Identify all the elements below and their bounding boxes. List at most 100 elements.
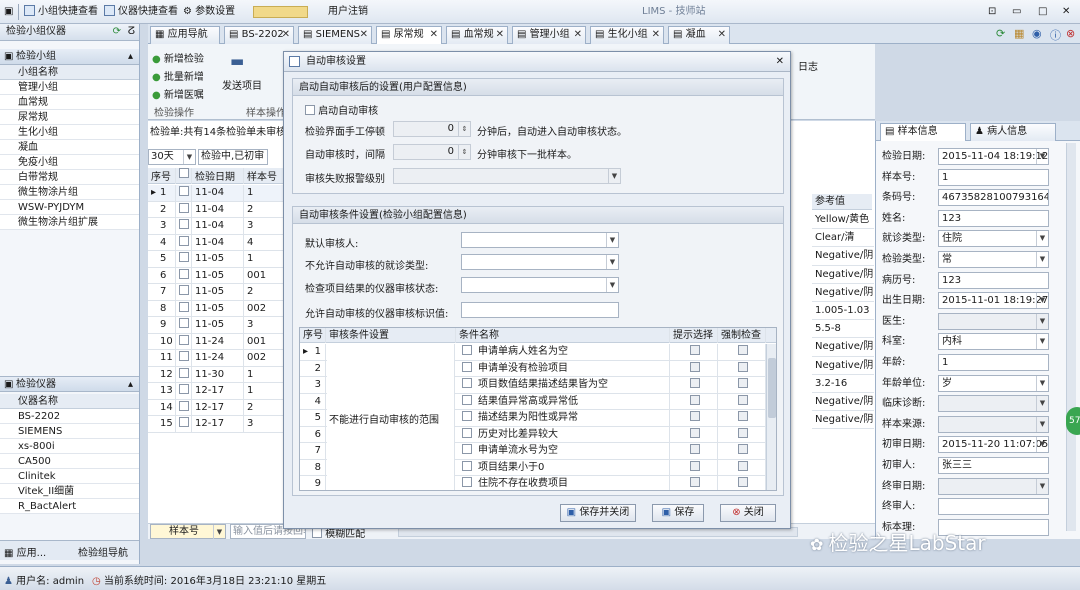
close-icon[interactable]: ✕: [574, 27, 582, 43]
logout-button[interactable]: 用户注销: [328, 5, 368, 19]
prompt-checkbox[interactable]: [690, 361, 700, 372]
cell-check[interactable]: [176, 267, 192, 284]
field-value[interactable]: 2015-11-20 11:07:05 ▼: [938, 436, 1049, 454]
settings-button[interactable]: ⚙ 参数设置: [183, 5, 235, 19]
instr-status-select[interactable]: ▼: [461, 277, 619, 293]
checkbox[interactable]: [179, 268, 189, 279]
prompt-checkbox[interactable]: [690, 378, 700, 388]
table-row[interactable]: 8 11-05 002: [148, 300, 288, 317]
checkbox[interactable]: [462, 460, 472, 471]
force-checkbox[interactable]: [738, 411, 748, 421]
info-icon[interactable]: ⓘ: [1050, 27, 1061, 43]
checkbox[interactable]: [462, 361, 472, 372]
col-seq[interactable]: 序号: [148, 168, 176, 184]
vertical-scrollbar[interactable]: [766, 344, 776, 490]
close-icon[interactable]: ✕: [718, 27, 726, 43]
field-value[interactable]: ▼: [938, 415, 1049, 433]
field-value[interactable]: 1: [938, 168, 1049, 186]
days-filter-select[interactable]: 30天 ▼: [148, 149, 196, 165]
tab-coag[interactable]: ▤ 凝血 ✕: [668, 26, 730, 44]
status-filter-select[interactable]: 检验中,已初审: [198, 149, 268, 165]
search-field-select[interactable]: 样本号 ▼: [150, 524, 226, 539]
close-icon[interactable]: ✕: [652, 27, 660, 43]
col-prompt[interactable]: 提示选择: [670, 328, 718, 343]
enable-auto-review-checkbox[interactable]: 启动自动审核: [305, 102, 378, 117]
tab-admin-group[interactable]: ▤ 管理小组 ✕: [512, 26, 586, 44]
tab-app-nav[interactable]: ▦ 应用导航: [150, 26, 220, 44]
group-item[interactable]: 微生物涂片组扩展: [0, 215, 139, 230]
col-sample-no[interactable]: 样本号: [244, 168, 288, 184]
force-checkbox[interactable]: [738, 444, 748, 454]
instrument-item[interactable]: xs-800i: [0, 439, 139, 454]
table-row[interactable]: 14 12-17 2: [148, 399, 288, 416]
group-quick-view-button[interactable]: 小组快捷查看: [24, 5, 98, 19]
close-icon[interactable]: ✕: [430, 27, 438, 43]
field-value[interactable]: 2015-11-01 18:19:27 ▼: [938, 292, 1049, 310]
group-item[interactable]: 尿常规: [0, 110, 139, 125]
col-seq[interactable]: 序号: [300, 328, 326, 343]
col-date[interactable]: 检验日期: [192, 168, 244, 184]
tab-sample-info[interactable]: ▤ 样本信息: [880, 123, 966, 141]
instrument-panel-header[interactable]: ▣ 检验仪器 ▴: [0, 376, 139, 392]
force-checkbox[interactable]: [738, 361, 748, 372]
table-row[interactable]: 13 12-17 1: [148, 383, 288, 400]
checkbox[interactable]: [462, 394, 472, 405]
field-value[interactable]: 123: [938, 209, 1049, 227]
field-value[interactable]: 常 ▼: [938, 251, 1049, 268]
checkbox[interactable]: [179, 202, 189, 213]
field-value[interactable]: 岁 ▼: [938, 374, 1049, 392]
save-and-close-button[interactable]: ▣ 保存并关闭: [560, 504, 636, 522]
prompt-checkbox[interactable]: [690, 394, 700, 405]
restore-icon[interactable]: ⊡: [988, 5, 996, 19]
force-checkbox[interactable]: [738, 477, 748, 487]
refresh-icon[interactable]: ⟳: [996, 27, 1005, 40]
group-item[interactable]: 血常规: [0, 95, 139, 110]
interval-minutes-stepper[interactable]: 0 ⇕: [393, 144, 471, 160]
field-value[interactable]: 住院 ▼: [938, 230, 1049, 248]
cell-check[interactable]: [176, 284, 192, 300]
float-badge[interactable]: 57: [1066, 407, 1080, 435]
fail-level-select[interactable]: ▼: [393, 168, 621, 184]
tab-bs2202[interactable]: ▤ BS-2202 ✕: [224, 26, 294, 44]
checkbox[interactable]: [179, 168, 189, 178]
table-row[interactable]: 5 11-05 1: [148, 251, 288, 268]
tab-urine[interactable]: ▤ 尿常规 ✕: [376, 26, 442, 44]
new-order-button[interactable]: ● 新增医嘱: [152, 86, 204, 101]
idle-minutes-stepper[interactable]: 0 ⇕: [393, 121, 471, 137]
checkbox[interactable]: [179, 400, 189, 411]
table-row[interactable]: 10 11-24 001: [148, 333, 288, 350]
table-row[interactable]: 3 11-04 3: [148, 218, 288, 235]
col-check[interactable]: [176, 168, 192, 184]
checkbox[interactable]: [462, 345, 472, 355]
field-value[interactable]: 2015-11-04 18:19:12 ▼: [938, 148, 1049, 165]
table-row[interactable]: 11 11-24 002: [148, 350, 288, 367]
table-row[interactable]: 15 12-17 3: [148, 416, 288, 433]
checkbox[interactable]: [305, 105, 315, 115]
instrument-item[interactable]: Vitek_II细菌: [0, 484, 139, 499]
cell-check[interactable]: [176, 185, 192, 201]
minimize-icon[interactable]: ▭: [1012, 5, 1021, 19]
cell-check[interactable]: [176, 399, 192, 416]
cell-check[interactable]: [176, 218, 192, 234]
bottom-tab-group-nav[interactable]: 检验组导航: [78, 544, 128, 559]
checkbox[interactable]: [179, 318, 189, 328]
field-value[interactable]: ▼: [938, 395, 1049, 413]
checkbox[interactable]: [179, 301, 189, 312]
app-menu-icon[interactable]: ▣: [4, 5, 13, 19]
chevron-up-icon[interactable]: ▴: [128, 49, 133, 65]
col-force[interactable]: 强制检查: [718, 328, 766, 343]
table-row[interactable]: 4 11-04 4: [148, 234, 288, 251]
cell-check[interactable]: [176, 366, 192, 383]
checkbox[interactable]: [179, 367, 189, 378]
col-condition-setting[interactable]: 审核条件设置: [326, 328, 456, 343]
bottom-tab-apps[interactable]: ▦ 应用...: [4, 544, 46, 559]
close-icon[interactable]: ✕: [1062, 5, 1070, 19]
force-checkbox[interactable]: [738, 427, 748, 438]
field-value[interactable]: 内科 ▼: [938, 333, 1049, 351]
col-condition-name[interactable]: 条件名称: [456, 328, 670, 343]
log-button[interactable]: 日志: [798, 58, 818, 73]
scroll-thumb[interactable]: [768, 358, 776, 418]
refresh-icon[interactable]: ⟳: [113, 24, 121, 40]
close-icon[interactable]: ✕: [776, 52, 784, 72]
chevron-up-icon[interactable]: ▴: [128, 377, 133, 393]
